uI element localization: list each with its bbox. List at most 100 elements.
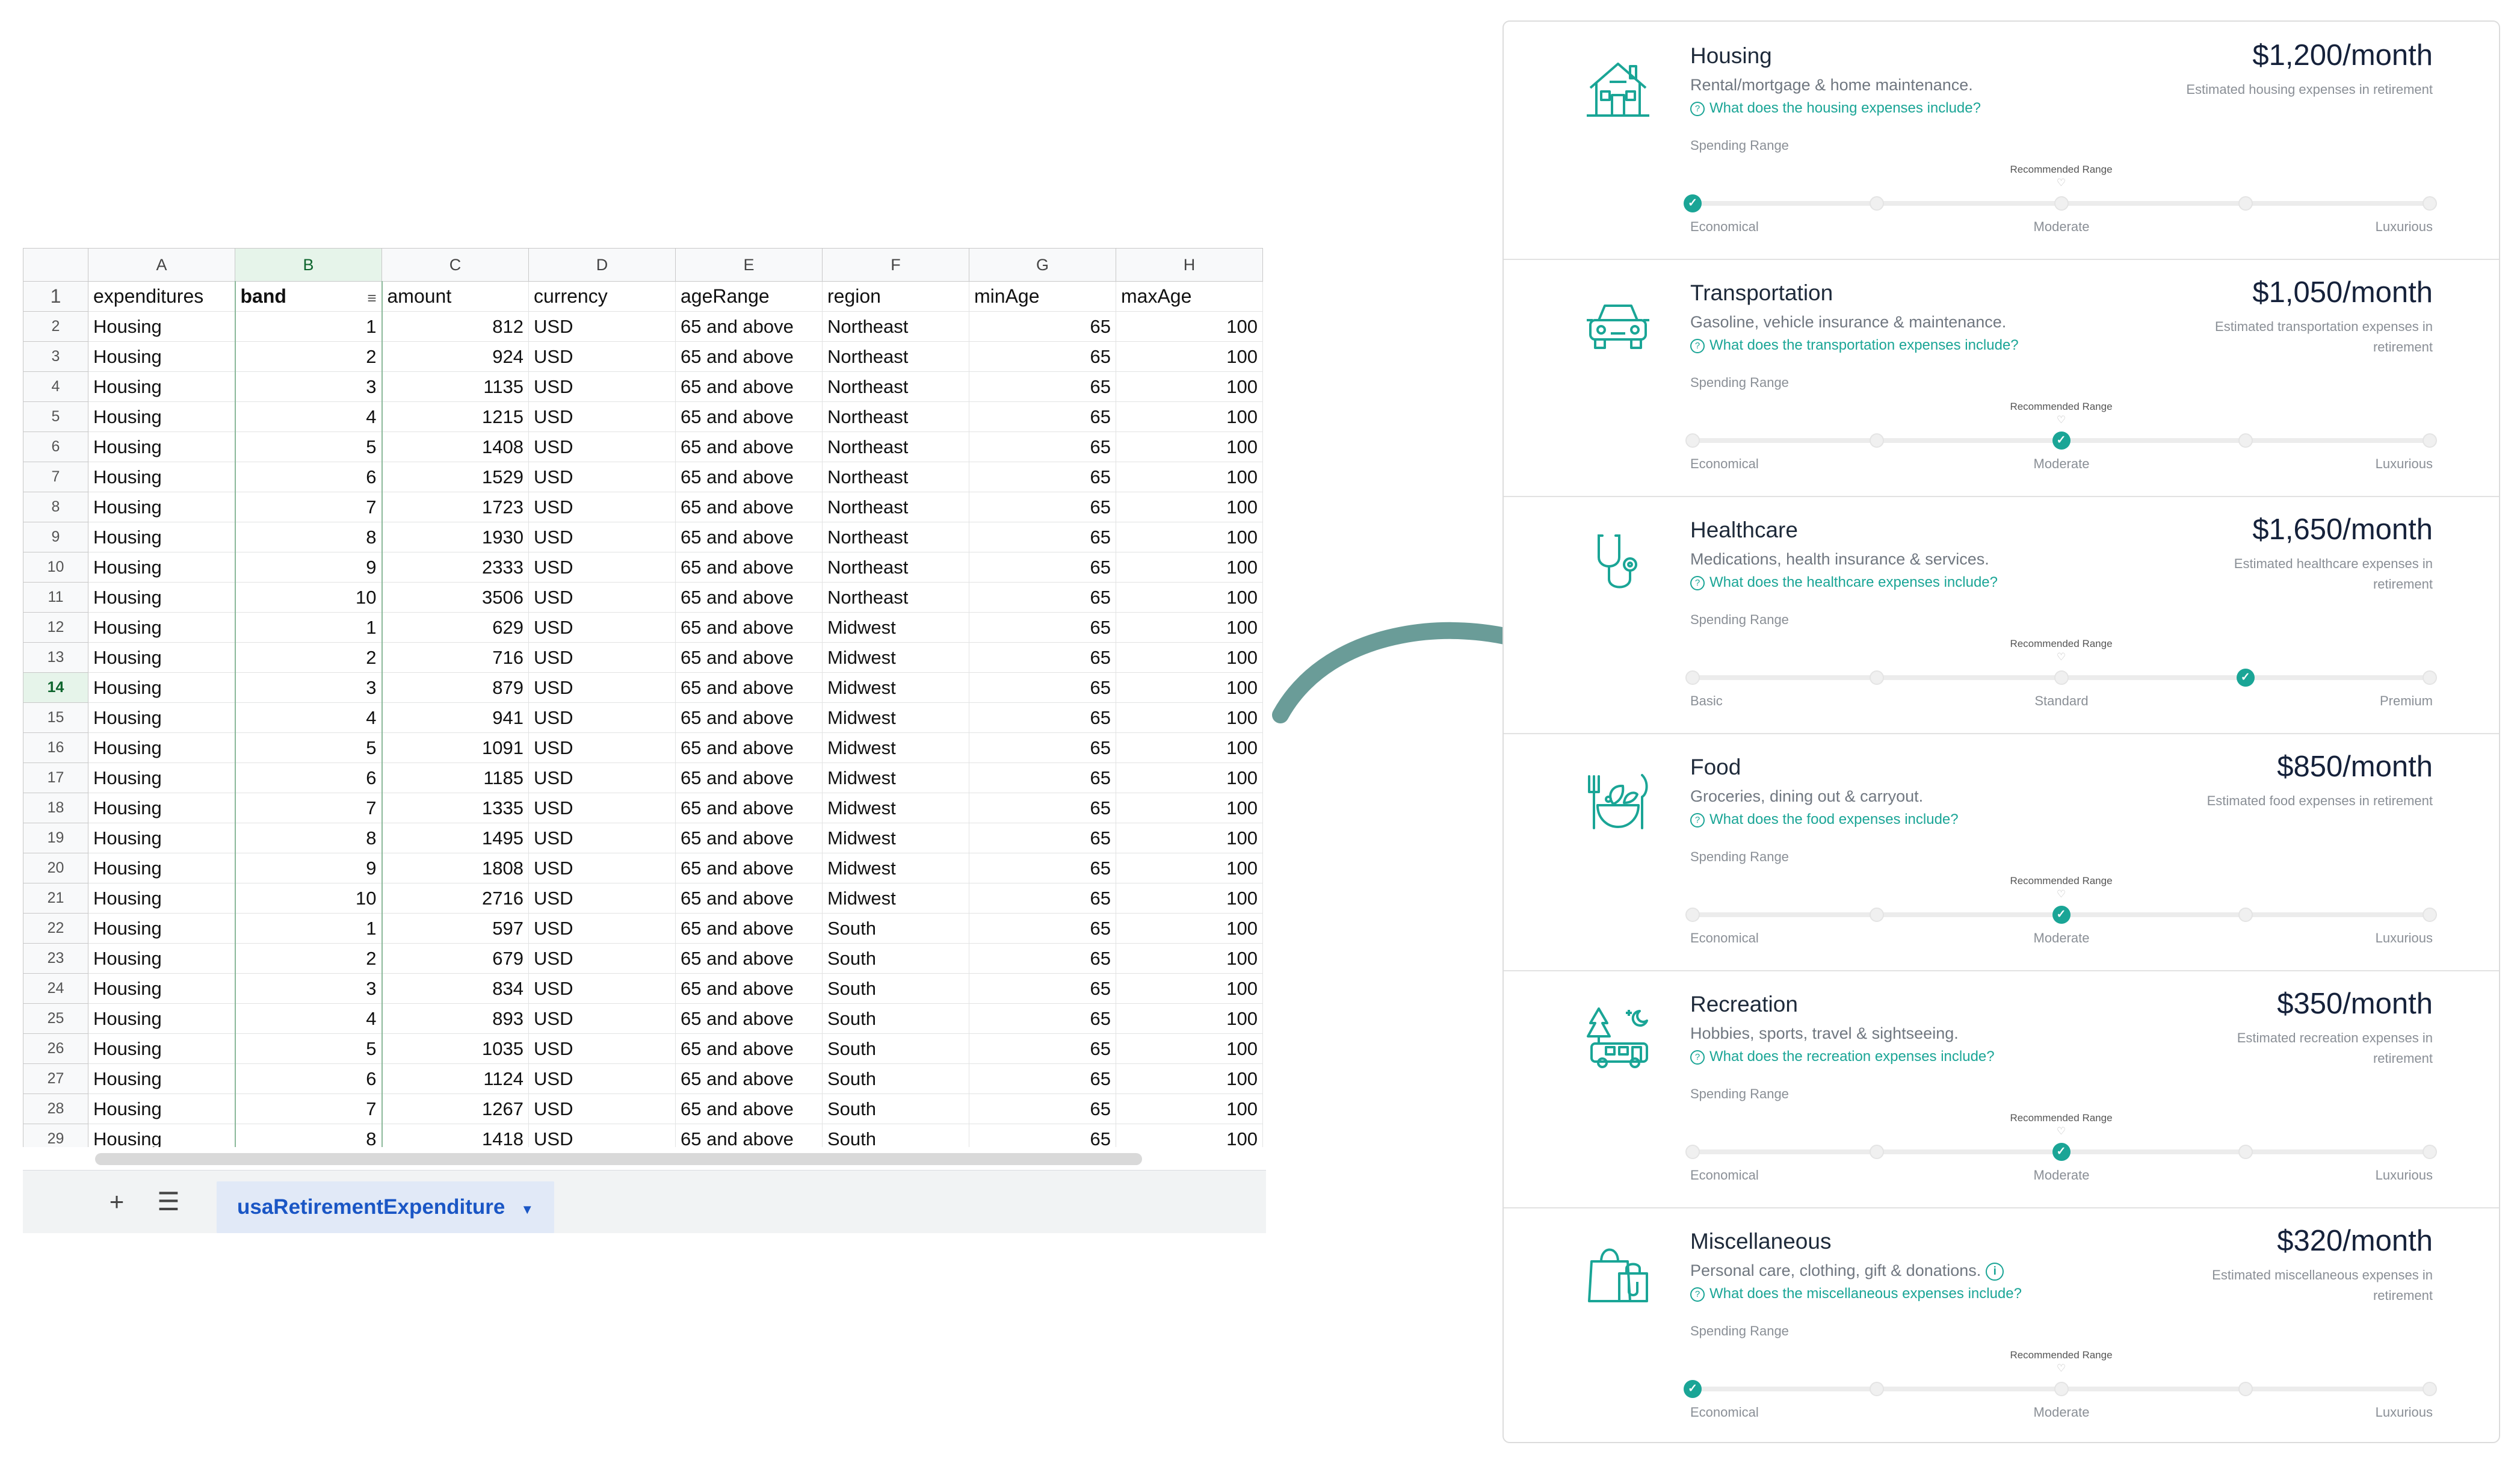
table-cell[interactable]: USD — [528, 612, 676, 643]
table-cell[interactable]: USD — [528, 522, 676, 552]
table-cell[interactable]: 65 — [969, 823, 1116, 853]
slider-step-5[interactable] — [2423, 1382, 2437, 1396]
table-cell[interactable]: Housing — [88, 341, 235, 372]
table-cell[interactable]: Housing — [88, 1093, 235, 1124]
table-cell[interactable]: 100 — [1116, 432, 1263, 462]
table-cell[interactable]: 100 — [1116, 762, 1263, 793]
table-cell[interactable]: 65 — [969, 1093, 1116, 1124]
table-cell[interactable]: USD — [528, 793, 676, 823]
table-cell[interactable]: 1495 — [381, 823, 529, 853]
table-cell[interactable]: 100 — [1116, 522, 1263, 552]
row-number[interactable]: 29 — [23, 1124, 88, 1147]
table-cell[interactable]: USD — [528, 371, 676, 402]
column-header-b[interactable]: B — [235, 248, 382, 282]
slider-step-4[interactable] — [2238, 433, 2253, 448]
table-cell[interactable]: 65 and above — [675, 853, 823, 883]
table-cell[interactable]: 65 and above — [675, 1124, 823, 1147]
slider-step-1[interactable] — [1685, 670, 1700, 685]
table-cell[interactable]: 100 — [1116, 702, 1263, 733]
table-cell[interactable]: USD — [528, 462, 676, 492]
table-cell[interactable]: 3 — [234, 371, 383, 402]
table-cell[interactable]: 65 — [969, 1124, 1116, 1147]
table-cell[interactable]: 65 — [969, 1003, 1116, 1034]
table-cell[interactable]: Housing — [88, 552, 235, 583]
row-number[interactable]: 4 — [23, 371, 88, 402]
slider-step-4[interactable] — [2238, 1382, 2253, 1396]
table-cell[interactable]: 8 — [234, 522, 383, 552]
table-cell[interactable]: 100 — [1116, 612, 1263, 643]
table-cell[interactable]: 5 — [234, 1033, 383, 1064]
table-cell[interactable]: 1408 — [381, 432, 529, 462]
table-cell[interactable]: Housing — [88, 612, 235, 643]
expenses-info-link[interactable]: ? What does the recreation expenses inclu… — [1690, 1048, 1995, 1065]
table-cell[interactable]: Housing — [88, 582, 235, 613]
table-cell[interactable]: 65 — [969, 552, 1116, 583]
row-number[interactable]: 26 — [23, 1033, 88, 1064]
select-all-corner[interactable] — [23, 248, 88, 282]
table-cell[interactable]: 679 — [381, 943, 529, 974]
table-cell[interactable]: 8 — [234, 823, 383, 853]
table-cell[interactable]: USD — [528, 1003, 676, 1034]
table-cell[interactable]: 65 — [969, 341, 1116, 372]
table-cell[interactable]: 1335 — [381, 793, 529, 823]
row-number[interactable]: 27 — [23, 1063, 88, 1094]
slider-step-2[interactable] — [1870, 670, 1885, 685]
table-cell[interactable]: 1418 — [381, 1124, 529, 1147]
table-cell[interactable]: USD — [528, 1063, 676, 1094]
slider-step-1[interactable] — [1685, 1145, 1700, 1159]
slider-step-5[interactable] — [2423, 670, 2437, 685]
table-cell[interactable]: 65 — [969, 1033, 1116, 1064]
table-cell[interactable]: 4 — [234, 401, 383, 432]
table-cell[interactable]: 65 — [969, 913, 1116, 944]
row-number[interactable]: 13 — [23, 642, 88, 673]
table-cell[interactable]: 65 and above — [675, 762, 823, 793]
row-number[interactable]: 12 — [23, 612, 88, 643]
table-cell[interactable]: Housing — [88, 371, 235, 402]
table-cell[interactable]: 834 — [381, 973, 529, 1004]
table-cell[interactable]: Housing — [88, 522, 235, 552]
row-number[interactable]: 22 — [23, 913, 88, 944]
table-cell[interactable]: 65 and above — [675, 883, 823, 914]
table-cell[interactable]: Housing — [88, 311, 235, 342]
table-cell[interactable]: 3506 — [381, 582, 529, 613]
table-cell[interactable]: 7 — [234, 492, 383, 522]
slider-step-1[interactable]: ✓ — [1684, 194, 1702, 212]
table-cell[interactable]: 1930 — [381, 522, 529, 552]
expenses-info-link[interactable]: ? What does the healthcare expenses inclu… — [1690, 574, 1998, 591]
table-cell[interactable]: Housing — [88, 1124, 235, 1147]
row-number[interactable]: 1 — [23, 281, 88, 312]
slider-step-3[interactable] — [2054, 1382, 2069, 1396]
table-cell[interactable]: USD — [528, 642, 676, 673]
table-cell[interactable]: 100 — [1116, 1003, 1263, 1034]
table-cell[interactable]: Housing — [88, 432, 235, 462]
table-cell[interactable]: 65 and above — [675, 943, 823, 974]
table-cell[interactable]: 879 — [381, 672, 529, 703]
table-cell[interactable]: 7 — [234, 1093, 383, 1124]
table-cell[interactable]: USD — [528, 311, 676, 342]
slider-step-1[interactable] — [1685, 908, 1700, 922]
table-cell[interactable]: 100 — [1116, 973, 1263, 1004]
row-number[interactable]: 18 — [23, 793, 88, 823]
table-cell[interactable]: Housing — [88, 913, 235, 944]
table-cell[interactable]: 65 and above — [675, 1033, 823, 1064]
table-cell[interactable]: 65 — [969, 672, 1116, 703]
table-cell[interactable]: 65 and above — [675, 462, 823, 492]
table-cell[interactable]: 7 — [234, 793, 383, 823]
table-cell[interactable]: Housing — [88, 823, 235, 853]
header-cell[interactable]: expenditures — [88, 281, 235, 312]
table-cell[interactable]: Midwest — [822, 702, 969, 733]
table-cell[interactable]: 65 — [969, 492, 1116, 522]
table-cell[interactable]: 100 — [1116, 672, 1263, 703]
table-cell[interactable]: 6 — [234, 462, 383, 492]
table-cell[interactable]: Midwest — [822, 672, 969, 703]
table-cell[interactable]: 65 and above — [675, 642, 823, 673]
table-cell[interactable]: USD — [528, 823, 676, 853]
table-cell[interactable]: 65 — [969, 462, 1116, 492]
table-cell[interactable]: USD — [528, 672, 676, 703]
table-cell[interactable]: South — [822, 1033, 969, 1064]
row-number[interactable]: 21 — [23, 883, 88, 914]
table-cell[interactable]: 100 — [1116, 371, 1263, 402]
table-cell[interactable]: Northeast — [822, 462, 969, 492]
table-cell[interactable]: 3 — [234, 973, 383, 1004]
table-cell[interactable]: 6 — [234, 762, 383, 793]
